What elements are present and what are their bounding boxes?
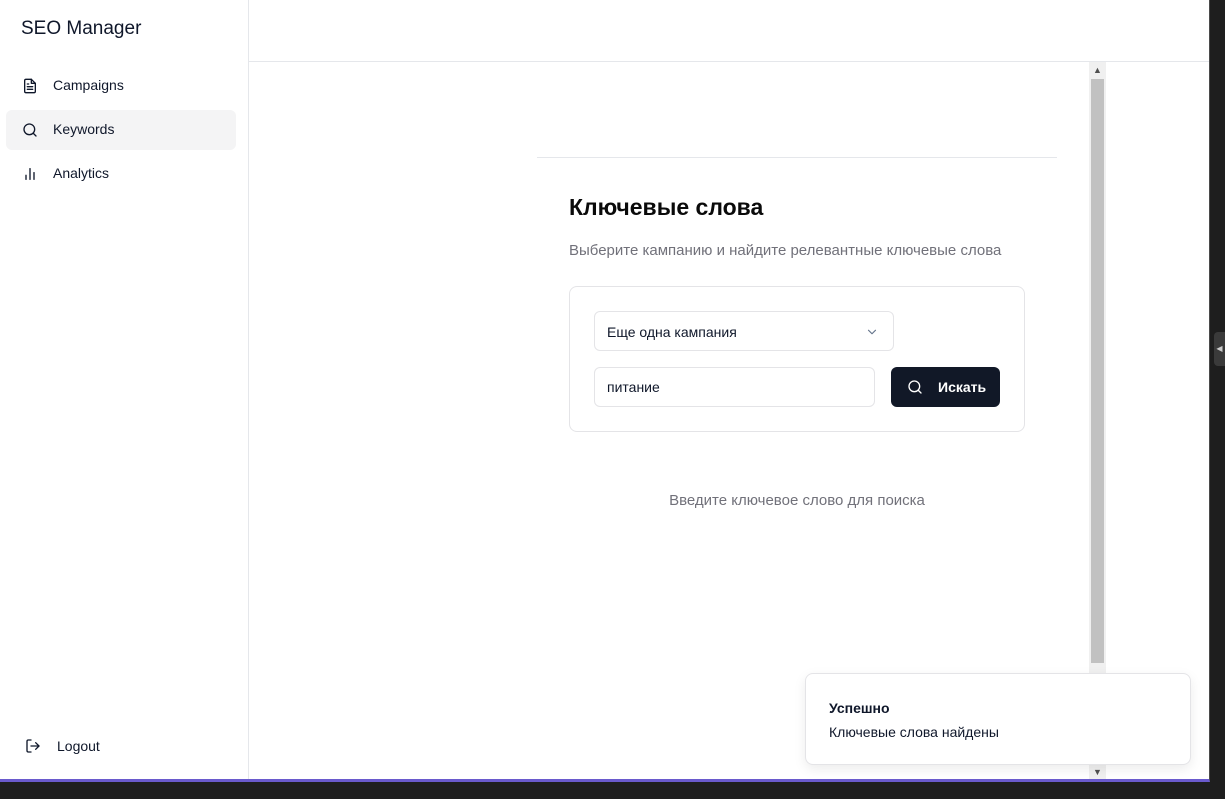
campaign-select-value: Еще одна кампания [607,324,737,340]
keyword-search-input[interactable] [594,367,875,407]
sidebar-item-keywords[interactable]: Keywords [6,110,236,150]
toast-title: Успешно [829,700,890,716]
app-window: SEO Manager Campaigns Keywords Analytics… [0,0,1210,782]
toast-message: Ключевые слова найдены [829,724,999,740]
search-icon [908,380,922,394]
logout-button[interactable]: Logout [6,726,236,766]
sidebar: SEO Manager Campaigns Keywords Analytics… [0,0,249,779]
file-text-icon [24,78,36,94]
scrollbar-thumb[interactable] [1091,79,1104,663]
search-icon [23,123,37,137]
log-out-icon [26,739,40,753]
empty-state-hint: Введите ключевое слово для поиска [669,492,925,509]
sidebar-item-analytics[interactable]: Analytics [6,154,236,194]
search-card [569,286,1025,432]
page-subtitle: Выберите кампанию и найдите релевантные … [569,242,1002,259]
logout-label: Logout [57,738,100,754]
sidebar-item-campaigns[interactable]: Campaigns [6,66,236,106]
scroll-down-arrow-icon[interactable]: ▼ [1089,764,1106,779]
page-title: Ключевые слова [569,194,764,220]
sidebar-item-label: Keywords [53,121,115,137]
campaign-select[interactable]: Еще одна кампания [594,311,894,351]
scroll-up-arrow-icon[interactable]: ▲ [1089,62,1106,78]
search-button-label: Искать [938,379,987,395]
app-title: SEO Manager [21,18,142,39]
top-bar [249,0,1209,62]
success-toast: Успешно Ключевые слова найдены [805,673,1191,765]
content-divider [537,157,1057,158]
sidebar-item-label: Analytics [53,165,110,181]
bar-chart-icon [25,168,35,180]
sidebar-item-label: Campaigns [53,77,124,93]
chevron-down-icon [867,329,877,335]
search-button[interactable]: Искать [891,367,1000,407]
panel-collapse-handle-icon[interactable]: ◀ [1214,332,1225,366]
